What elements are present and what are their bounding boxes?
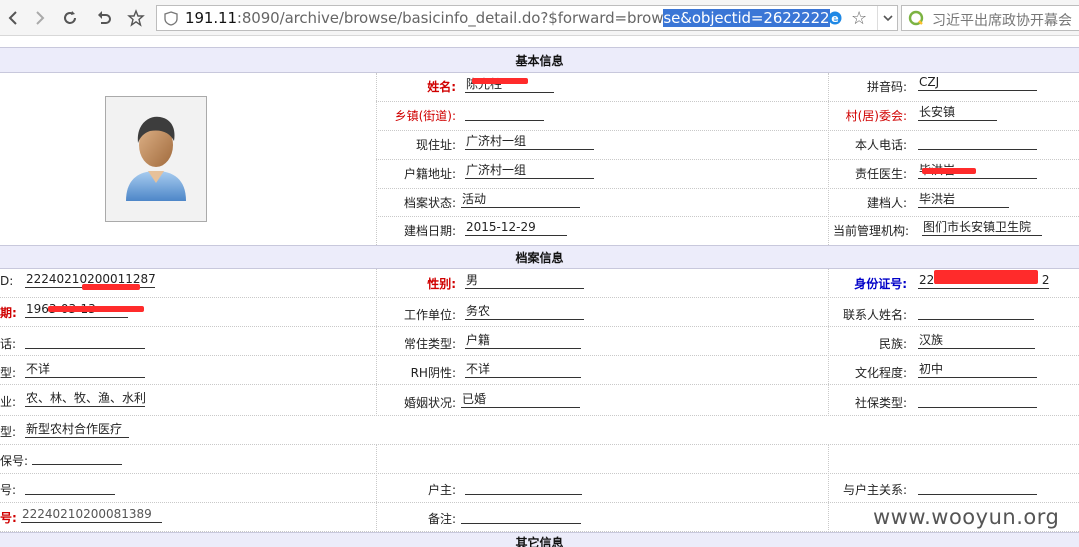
search-box[interactable]: 习近平出席政协开幕会	[901, 5, 1079, 31]
url-path: :8090/archive/browse/basicinfo_detail.do…	[236, 9, 664, 27]
record-page: 基本信息 姓名: 陈光柱 拼音码: CZJ 乡镇(街道): 村(居)委会: 长安…	[0, 44, 1079, 547]
watermark: www.wooyun.org	[873, 505, 1060, 529]
household-field: 广济村一组	[465, 163, 594, 179]
search-text: 习近平出席政协开幕会	[932, 13, 1072, 29]
rh-label: RH阴性:	[410, 366, 456, 380]
rh-field: 不详	[465, 362, 581, 378]
blood-field: 不详	[25, 362, 145, 378]
phone-label: 本人电话:	[854, 138, 907, 152]
section-header-basic: 基本信息	[0, 47, 1079, 73]
marital-field: 已婚	[461, 392, 580, 408]
social-field	[918, 392, 1037, 408]
avatar	[105, 96, 207, 222]
social-label: 社保类型:	[854, 396, 907, 410]
doctor-label: 责任医生:	[854, 167, 907, 181]
forward-icon[interactable]	[27, 6, 51, 30]
browser-toolbar: 191.11:8090/archive/browse/basicinfo_det…	[0, 0, 1079, 36]
address-field: 广济村一组	[465, 134, 594, 150]
status-label: 档案状态:	[403, 196, 456, 210]
bookmark-star-icon[interactable]	[124, 6, 148, 30]
chevron-down-icon[interactable]	[877, 6, 897, 30]
insure-no-label: 保号:	[0, 454, 29, 468]
date-label: 建档日期:	[403, 224, 456, 238]
svg-text:e: e	[831, 12, 838, 25]
search-engine-icon	[908, 10, 924, 26]
township-label: 乡镇(街道):	[394, 109, 456, 123]
table-row	[0, 445, 1079, 474]
number-label: 号:	[0, 483, 17, 497]
contact-label: 联系人姓名:	[842, 308, 907, 322]
job-field: 农、林、牧、渔、水利	[25, 391, 145, 407]
record-number-field: 22240210200081389	[21, 507, 162, 523]
undo-icon[interactable]	[92, 6, 116, 30]
table-row	[0, 416, 1079, 445]
url-host: 191.11	[185, 9, 237, 27]
insure-type-field: 新型农村合作医疗	[25, 422, 129, 438]
redaction-mark	[922, 168, 976, 174]
reload-icon[interactable]	[58, 6, 82, 30]
phone-field	[918, 134, 1037, 150]
head-field	[465, 479, 582, 495]
section-header-archive: 档案信息	[0, 245, 1079, 269]
idcard-suffix: 2	[1041, 273, 1049, 287]
remark-label: 备注:	[427, 512, 456, 526]
creator-field: 毕洪岩	[918, 192, 1009, 208]
favorite-star-icon[interactable]: ☆	[851, 8, 867, 29]
creator-label: 建档人:	[866, 196, 907, 210]
work-field: 务农	[465, 304, 584, 320]
back-icon[interactable]	[2, 6, 26, 30]
pinyin-field: CZJ	[918, 75, 1037, 91]
name-label: 姓名:	[427, 80, 456, 94]
gender-field: 男	[465, 273, 584, 289]
redaction-mark	[48, 306, 144, 312]
insure-no-field	[32, 449, 122, 465]
idcard-label: 身份证号:	[854, 277, 907, 291]
redaction-mark	[472, 78, 528, 84]
work-label: 工作单位:	[403, 308, 456, 322]
head-label: 户主:	[427, 483, 456, 497]
user-avatar-icon	[126, 116, 186, 201]
shield-icon	[164, 11, 178, 26]
redaction-mark	[82, 284, 140, 290]
id-label: D:	[0, 274, 14, 288]
gender-label: 性别:	[427, 277, 456, 291]
org-field: 图们市长安镇卫生院	[922, 220, 1042, 236]
record-number-label: 号:	[0, 511, 17, 525]
edu-field: 初中	[918, 362, 1037, 378]
insure-type-label: 型:	[0, 425, 17, 439]
section-header-other: 其它信息	[0, 532, 1079, 547]
pinyin-label: 拼音码:	[866, 80, 907, 94]
tel-field	[25, 333, 145, 349]
residence-field: 户籍	[465, 333, 581, 349]
remark-field	[461, 508, 581, 524]
address-label: 现住址:	[415, 138, 456, 152]
marital-label: 婚姻状况:	[403, 396, 456, 410]
residence-label: 常住类型:	[403, 337, 456, 351]
ethnic-field: 汉族	[918, 333, 1035, 349]
village-field: 长安镇	[918, 105, 997, 121]
ethnic-label: 民族:	[878, 337, 907, 351]
edu-label: 文化程度:	[854, 366, 907, 380]
job-label: 业:	[0, 395, 17, 409]
blood-label: 型:	[0, 366, 17, 380]
url-selected: se&objectid=2622222	[663, 9, 830, 27]
redaction-mark	[934, 270, 1038, 284]
birth-label: 期:	[0, 306, 17, 320]
date-field: 2015-12-29	[465, 220, 567, 236]
ie-compat-icon[interactable]: e	[827, 10, 843, 26]
address-bar[interactable]: 191.11:8090/archive/browse/basicinfo_det…	[156, 5, 898, 31]
contact-field	[918, 304, 1034, 320]
tel-label: 话:	[0, 337, 17, 351]
household-label: 户籍地址:	[403, 167, 456, 181]
status-field: 活动	[461, 192, 580, 208]
number-field	[25, 479, 115, 495]
village-label: 村(居)委会:	[845, 109, 907, 123]
org-label: 当前管理机构:	[832, 224, 909, 238]
relation-label: 与户主关系:	[842, 483, 907, 497]
township-field	[465, 105, 544, 121]
relation-field	[918, 479, 1037, 495]
url-text[interactable]: 191.11:8090/archive/browse/basicinfo_det…	[185, 9, 830, 27]
